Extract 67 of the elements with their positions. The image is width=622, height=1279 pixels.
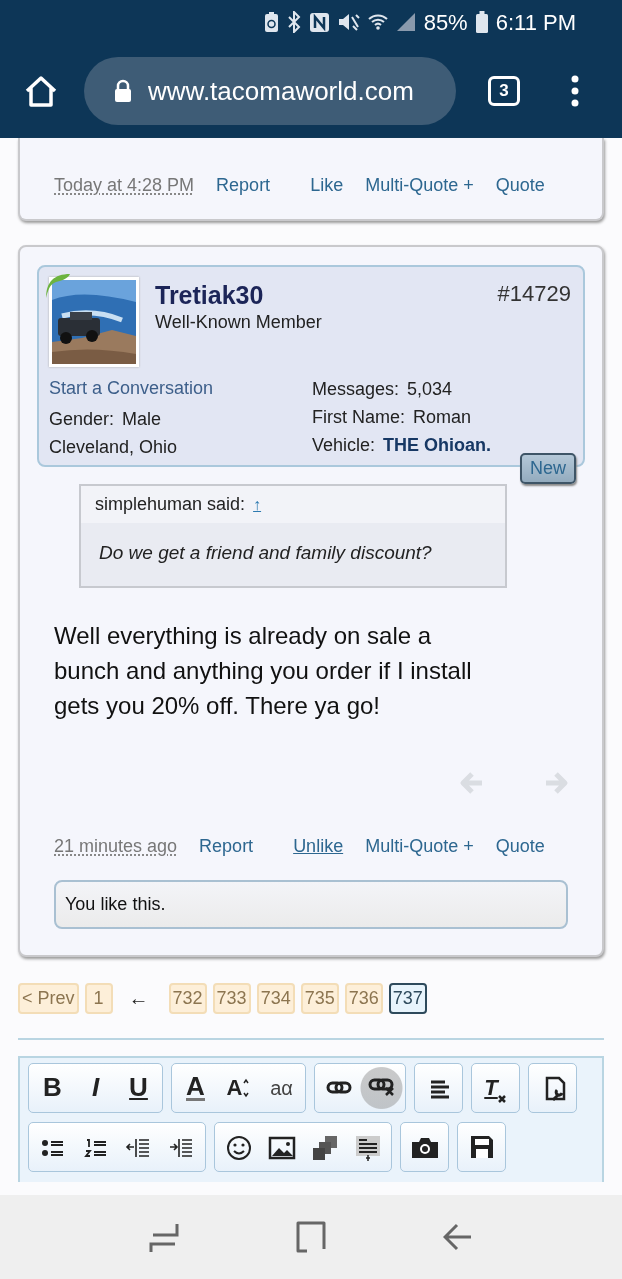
post-action-link[interactable]: Multi-Quote + bbox=[365, 832, 474, 860]
bold-button[interactable]: B bbox=[31, 1063, 74, 1112]
address-bar[interactable]: www.tacomaworld.com bbox=[84, 57, 456, 125]
page-link[interactable]: 736 bbox=[344, 982, 383, 1014]
start-conversation-link[interactable]: Start a Conversation bbox=[49, 375, 311, 401]
wifi-icon bbox=[367, 12, 388, 32]
page-link[interactable]: < Prev bbox=[18, 982, 79, 1014]
field-label: First Name: bbox=[312, 406, 405, 429]
clock: 6:11 PM bbox=[495, 8, 576, 37]
page-skip-arrow: ← bbox=[128, 986, 149, 1011]
new-badge: New bbox=[520, 453, 576, 484]
back-icon[interactable] bbox=[443, 1221, 474, 1253]
tab-count-button[interactable]: 3 bbox=[488, 76, 520, 106]
page-link[interactable]: 735 bbox=[300, 982, 339, 1014]
quote-author: simplehuman said: bbox=[95, 493, 246, 516]
page-link[interactable]: 737 bbox=[388, 982, 427, 1014]
arrows-icon bbox=[242, 1077, 251, 1098]
x-icon bbox=[497, 1094, 507, 1104]
post-action-link[interactable]: Unlike bbox=[293, 832, 344, 860]
message-text: Well everything is already on sale a bunch and anything you order if I install gets you 20% off. There ya go! bbox=[54, 620, 473, 721]
signal-icon bbox=[395, 12, 416, 32]
jump-to-quote-link[interactable]: ↑ bbox=[253, 492, 262, 517]
link-icon bbox=[325, 1081, 352, 1094]
mute-icon bbox=[337, 12, 360, 32]
user-name[interactable]: Tretiak30 bbox=[155, 281, 498, 309]
likes-summary: You like this. bbox=[54, 879, 568, 929]
field-label: Messages: bbox=[312, 378, 400, 401]
page-link[interactable]: 734 bbox=[256, 982, 295, 1014]
post-date[interactable]: Today at 4:28 PM bbox=[54, 172, 195, 199]
text-color-button[interactable]: A bbox=[174, 1063, 217, 1112]
leaf-badge-icon bbox=[46, 274, 70, 298]
post-date[interactable]: 21 minutes ago bbox=[54, 832, 178, 860]
bluetooth-icon bbox=[286, 11, 301, 33]
page-link[interactable]: 1 bbox=[84, 982, 113, 1014]
user-title: Well-Known Member bbox=[155, 311, 323, 334]
font-size-button[interactable]: A bbox=[217, 1063, 260, 1112]
battery-icon bbox=[475, 11, 488, 33]
italic-button[interactable]: I bbox=[74, 1063, 117, 1112]
field-label: Gender: bbox=[49, 408, 115, 431]
battery-saver-icon bbox=[263, 11, 279, 33]
battery-level: 85% bbox=[423, 8, 468, 37]
post-action-link[interactable]: Quote bbox=[495, 832, 545, 860]
field-value: Male bbox=[122, 408, 162, 431]
field-value: Roman bbox=[413, 406, 472, 429]
post-action-link[interactable]: Quote bbox=[495, 172, 545, 199]
clear-formatting-button[interactable]: T bbox=[474, 1063, 517, 1112]
post-action-link[interactable]: Multi-Quote + bbox=[365, 172, 474, 199]
home-icon[interactable] bbox=[24, 75, 58, 107]
nfc-icon bbox=[308, 11, 330, 33]
quote-text: Do we get a friend and family discount? bbox=[98, 541, 433, 565]
field-value: Cleveland, Ohio bbox=[49, 436, 178, 459]
post-action-link[interactable]: Like bbox=[310, 172, 344, 199]
recent-apps-icon[interactable] bbox=[148, 1221, 179, 1253]
vehicle-link[interactable]: THE Ohioan. bbox=[383, 431, 492, 459]
page-link[interactable]: 733 bbox=[212, 982, 251, 1014]
post-number[interactable]: #14729 bbox=[497, 277, 571, 367]
field-label: Vehicle: bbox=[312, 434, 376, 457]
post-action-link[interactable]: Report bbox=[216, 172, 271, 199]
home-button-icon[interactable] bbox=[296, 1221, 326, 1253]
underline-button[interactable]: U bbox=[117, 1063, 160, 1112]
unlink-icon bbox=[368, 1078, 395, 1097]
post-action-link[interactable]: Report bbox=[199, 832, 254, 860]
page-link[interactable]: 732 bbox=[168, 982, 207, 1014]
field-value: 5,034 bbox=[407, 378, 453, 401]
lock-icon bbox=[114, 79, 132, 103]
font-button[interactable]: aα bbox=[260, 1063, 303, 1112]
more-options-icon[interactable] bbox=[570, 75, 580, 107]
